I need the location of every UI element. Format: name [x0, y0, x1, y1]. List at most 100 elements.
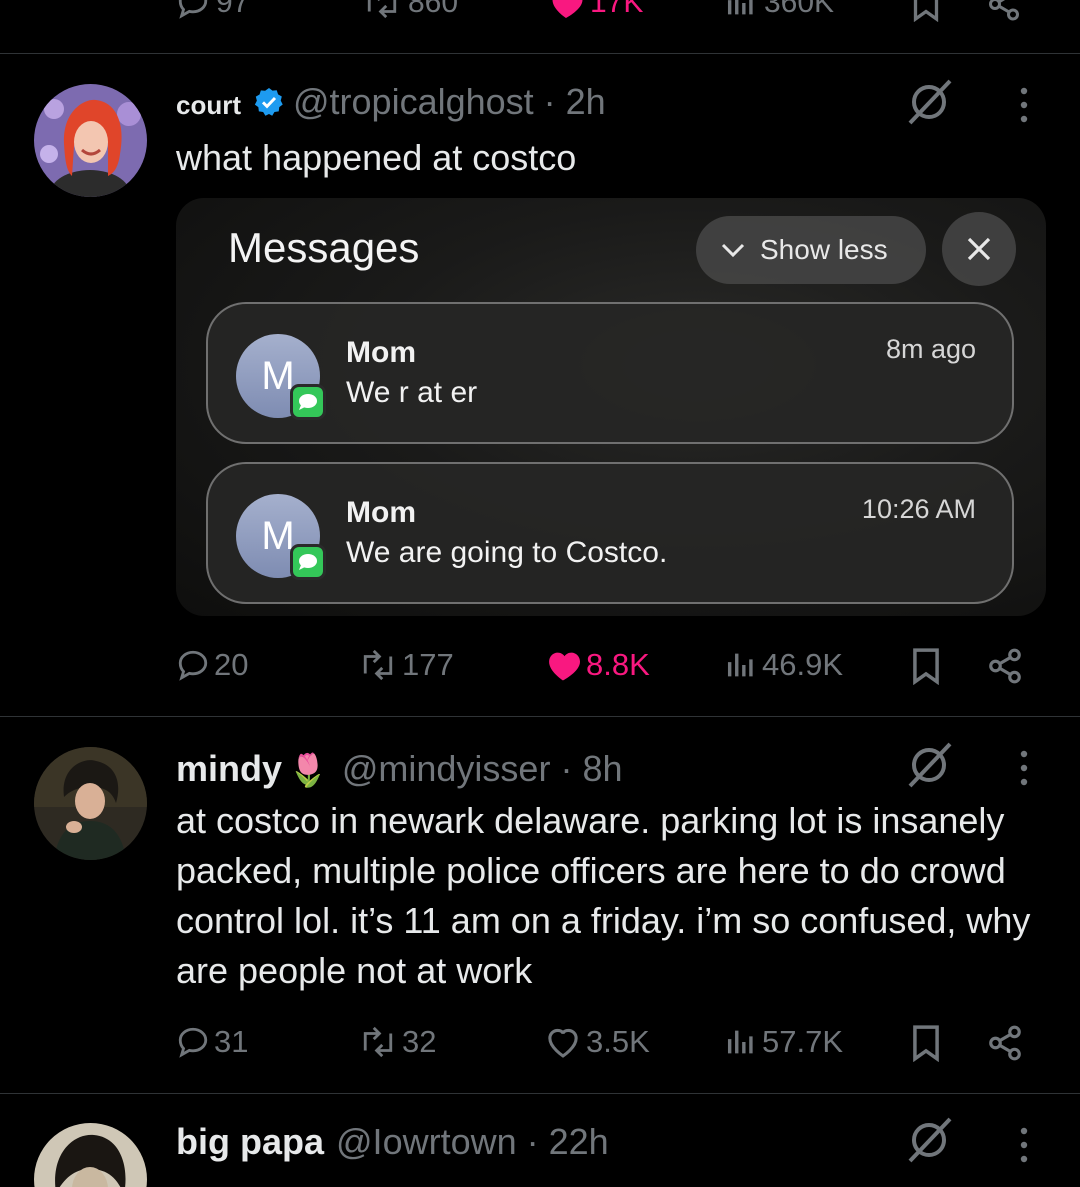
imessage-badge-icon [290, 384, 326, 420]
tweet-mindy[interactable]: mindy 🌷 @mindyisser · 8h at costco in ne… [0, 718, 1080, 1094]
message-bubble-icon [299, 394, 317, 410]
verified-badge-icon [254, 88, 283, 116]
views-count: 57.7K [762, 1024, 844, 1059]
tulip-emoji: 🌷 [288, 752, 328, 788]
chevron-down-icon [721, 243, 745, 258]
timestamp[interactable]: · 8h [560, 748, 622, 790]
share-button[interactable] [986, 0, 1022, 22]
tweet-actions: 31 32 3.5K 57.7K [176, 1024, 1036, 1068]
tweet-header: mindy 🌷 @mindyisser · 8h [176, 748, 623, 790]
avatar-image [34, 747, 147, 860]
heart-icon [549, 652, 580, 681]
like-count: 3.5K [586, 1024, 650, 1059]
reply-count: 31 [214, 1024, 249, 1059]
repost-icon [363, 1026, 393, 1058]
notification-sender: Mom [346, 336, 416, 369]
heart-icon [552, 0, 583, 18]
views-icon [727, 653, 753, 677]
reply-button[interactable]: 31 [176, 1024, 248, 1060]
like-button[interactable]: 17K [548, 0, 643, 20]
views-button[interactable]: 360K [724, 0, 834, 20]
bookmark-icon [913, 0, 939, 22]
like-button[interactable]: 8.8K [544, 647, 650, 683]
like-count: 17K [590, 0, 644, 19]
notification-sender: Mom [346, 496, 416, 529]
more-options-icon[interactable] [1012, 748, 1036, 788]
more-options-icon[interactable] [1012, 1125, 1036, 1165]
previous-tweet-actions: 97 860 17K 360K [0, 0, 1080, 54]
bookmark-button[interactable] [910, 0, 942, 22]
notification-time: 8m ago [885, 334, 976, 364]
display-name[interactable]: court [176, 90, 241, 121]
avatar[interactable] [34, 84, 147, 197]
reply-icon [178, 650, 208, 681]
close-button [942, 212, 1016, 286]
repost-button[interactable]: 32 [358, 1024, 436, 1060]
reply-count: 97 [216, 0, 250, 19]
repost-count: 32 [402, 1024, 437, 1059]
display-name[interactable]: mindy [176, 748, 282, 790]
grok-icon[interactable] [904, 1115, 954, 1165]
share-icon [989, 1025, 1021, 1061]
tweet-header: big papa @Iowrtown · 22h [176, 1121, 609, 1163]
tweet-actions: 20 177 8.8K 46.9K [176, 647, 1036, 691]
like-button[interactable]: 3.5K [544, 1024, 650, 1060]
display-name[interactable]: big papa [176, 1121, 324, 1163]
heart-outline-icon [548, 1028, 578, 1058]
avatar[interactable] [34, 747, 147, 860]
message-bubble-icon [299, 554, 317, 570]
handle[interactable]: @Iowrtown [336, 1121, 517, 1163]
timestamp[interactable]: · 2h [544, 81, 606, 123]
notification-body: We r at er [346, 376, 478, 409]
share-button[interactable] [986, 1024, 1024, 1062]
like-count: 8.8K [586, 647, 650, 682]
views-button[interactable]: 46.9K [724, 647, 843, 683]
messages-title: Messages [228, 224, 420, 271]
notification-card: M Mom We r at er 8m ago [206, 302, 1014, 444]
views-count: 46.9K [762, 647, 844, 682]
bookmark-button[interactable] [910, 647, 942, 685]
tweet-media-image[interactable]: Messages Show less M Mom We r at er 8m a… [176, 198, 1046, 616]
tweet-big-papa[interactable]: big papa @Iowrtown · 22h [0, 1095, 1080, 1187]
imessage-badge-icon [290, 544, 326, 580]
avatar[interactable] [34, 1123, 147, 1187]
show-less-label: Show less [760, 234, 888, 265]
repost-icon [363, 649, 393, 681]
views-icon [727, 0, 753, 15]
bookmark-icon [913, 648, 939, 685]
avatar-image [34, 84, 147, 197]
repost-button[interactable]: 860 [362, 0, 458, 20]
tweet-text: what happened at costco [176, 137, 577, 178]
views-icon [727, 1030, 753, 1054]
reply-icon [178, 0, 208, 19]
handle[interactable]: @tropicalghost [293, 81, 534, 123]
reply-count: 20 [214, 647, 249, 682]
show-less-button: Show less [696, 216, 926, 284]
tweet-header: court @tropicalghost · 2h [176, 81, 606, 123]
timestamp[interactable]: · 22h [527, 1121, 609, 1163]
tweet-text: at costco in newark delaware. parking lo… [176, 800, 1031, 991]
repost-count: 177 [402, 647, 454, 682]
share-button[interactable] [986, 647, 1024, 685]
views-button[interactable]: 57.7K [724, 1024, 843, 1060]
grok-icon[interactable] [904, 740, 954, 790]
handle[interactable]: @mindyisser [342, 748, 551, 790]
reply-icon [178, 1027, 208, 1058]
notification-time: 10:26 AM [861, 494, 976, 524]
share-icon [989, 648, 1021, 684]
grok-icon[interactable] [904, 77, 954, 127]
share-icon [989, 0, 1019, 21]
tweet-court[interactable]: court @tropicalghost · 2h what happened … [0, 55, 1080, 717]
views-count: 360K [764, 0, 835, 19]
notification-body: We are going to Costco. [346, 536, 668, 569]
more-options-icon[interactable] [1012, 85, 1036, 125]
repost-count: 860 [408, 0, 459, 19]
close-icon [967, 237, 991, 261]
reply-button[interactable]: 97 [176, 0, 249, 20]
reply-button[interactable]: 20 [176, 647, 248, 683]
repost-button[interactable]: 177 [358, 647, 454, 683]
bookmark-button[interactable] [910, 1024, 942, 1062]
avatar-image [34, 1123, 147, 1187]
bookmark-icon [913, 1025, 939, 1062]
repost-icon [367, 0, 397, 19]
